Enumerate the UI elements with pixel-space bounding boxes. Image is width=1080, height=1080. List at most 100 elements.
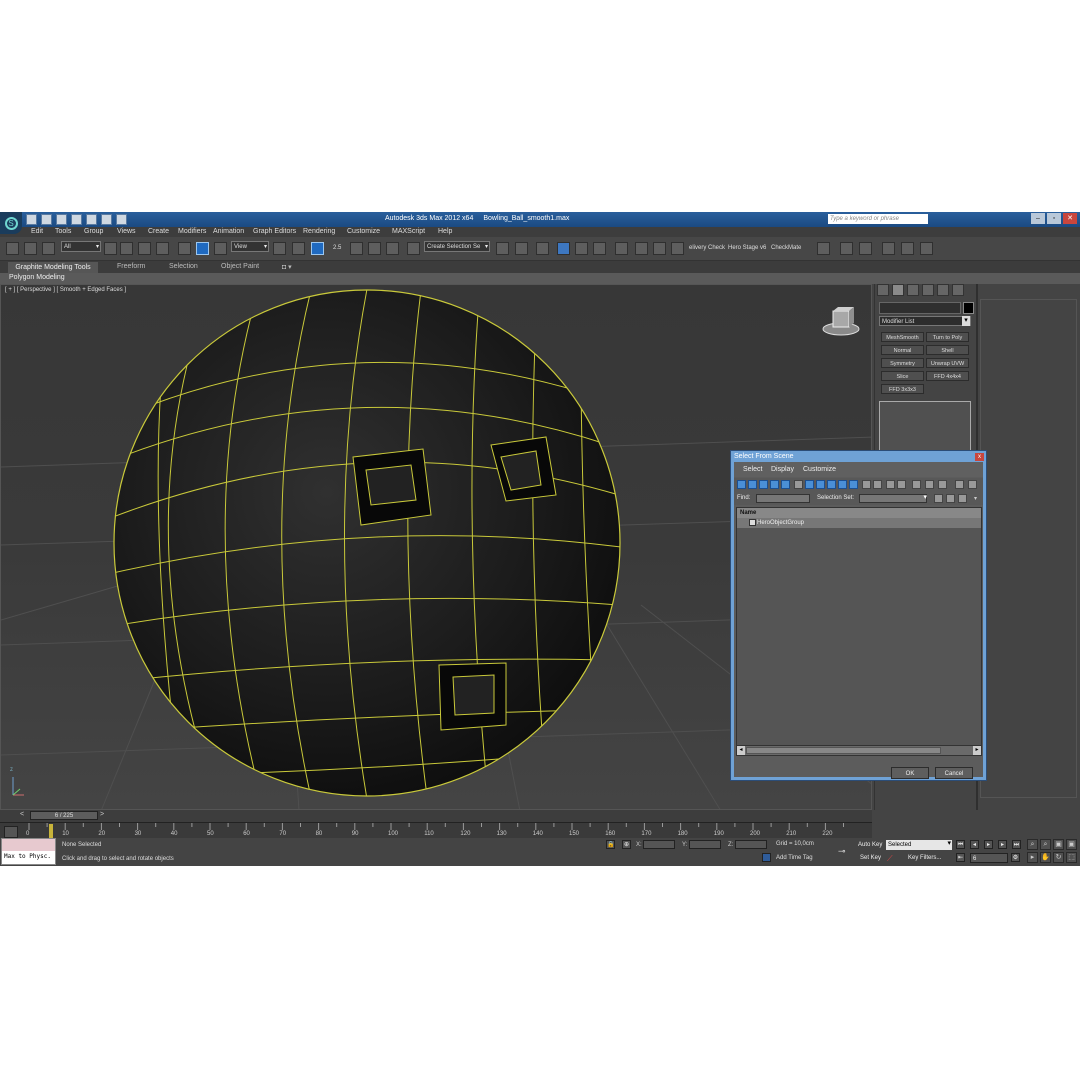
normal-button[interactable]: Normal xyxy=(881,345,924,355)
filter-icon[interactable] xyxy=(955,480,964,489)
tab-object-paint[interactable]: Object Paint xyxy=(221,263,259,270)
scroll-right-icon[interactable]: ▸ xyxy=(973,746,981,755)
align-icon[interactable] xyxy=(515,242,528,255)
select-all-icon[interactable] xyxy=(912,480,921,489)
tab-graphite-modeling-tools[interactable]: Graphite Modeling Tools xyxy=(8,262,98,273)
manipulate-icon[interactable] xyxy=(292,242,305,255)
bones-filter-icon[interactable] xyxy=(827,480,836,489)
y-coordinate-field[interactable] xyxy=(689,840,721,849)
menu-views[interactable]: Views xyxy=(117,228,136,235)
track-bar[interactable]: 0 10 20 30 40 50 60 70 80 90 100 110 120 130 140 150 160… xyxy=(0,822,872,839)
add-to-selection-set-icon[interactable] xyxy=(946,494,955,503)
render-icon[interactable] xyxy=(671,242,684,255)
selection-set-dropdown[interactable] xyxy=(859,493,927,503)
go-to-end-icon[interactable]: ⏭ xyxy=(1012,840,1021,849)
plugin-tool-icon-3[interactable] xyxy=(859,242,872,255)
symmetry-button[interactable]: Symmetry xyxy=(881,358,924,368)
cameras-filter-icon[interactable] xyxy=(770,480,779,489)
menu-help[interactable]: Help xyxy=(438,228,452,235)
x-coordinate-field[interactable] xyxy=(643,840,675,849)
meshsmooth-button[interactable]: MeshSmooth xyxy=(881,332,924,342)
save-icon[interactable] xyxy=(56,214,67,225)
time-slider-handle[interactable]: 6 / 225 xyxy=(30,811,98,820)
viewport-label[interactable]: [ + ] [ Perspective ] [ Smooth + Edged F… xyxy=(5,287,126,293)
chevron-down-icon[interactable]: ▾ xyxy=(974,495,977,502)
select-none-icon[interactable] xyxy=(925,480,934,489)
utilities-tab-icon[interactable] xyxy=(952,284,964,296)
add-time-tag-button[interactable]: Add Time Tag xyxy=(776,855,813,861)
menu-graph-editors[interactable]: Graph Editors xyxy=(253,228,296,235)
unlink-icon[interactable] xyxy=(24,242,37,255)
redo-icon[interactable] xyxy=(86,214,97,225)
menu-rendering[interactable]: Rendering xyxy=(303,228,335,235)
close-button[interactable]: ✕ xyxy=(1063,213,1077,224)
named-selection-dropdown[interactable]: Create Selection Se xyxy=(424,241,490,253)
selection-region-icon[interactable] xyxy=(138,242,151,255)
absolute-mode-icon[interactable]: ⊕ xyxy=(622,840,631,849)
menu-group[interactable]: Group xyxy=(84,228,103,235)
app-logo-icon[interactable]: S xyxy=(0,212,22,234)
select-by-name-icon[interactable] xyxy=(120,242,133,255)
create-selection-set-icon[interactable] xyxy=(934,494,943,503)
dialog-menu-customize[interactable]: Customize xyxy=(803,466,836,473)
pivot-center-icon[interactable] xyxy=(273,242,286,255)
dialog-menu-display[interactable]: Display xyxy=(771,466,794,473)
zoom-all-icon[interactable]: ⌕ xyxy=(1040,839,1051,850)
list-item[interactable]: HeroObjectGroup xyxy=(737,518,981,528)
shapes-filter-icon[interactable] xyxy=(748,480,757,489)
prev-frame-icon[interactable]: < xyxy=(20,811,24,818)
display-none-icon[interactable] xyxy=(886,480,895,489)
plugin-tool-icon[interactable] xyxy=(817,242,830,255)
schematic-view-icon[interactable] xyxy=(593,242,606,255)
motion-tab-icon[interactable] xyxy=(922,284,934,296)
object-name-field[interactable] xyxy=(879,302,961,314)
display-tab-icon[interactable] xyxy=(937,284,949,296)
horizontal-scrollbar[interactable]: ◂ ▸ xyxy=(737,745,981,755)
new-icon[interactable] xyxy=(26,214,37,225)
qat-dropdown-icon[interactable] xyxy=(116,214,127,225)
selection-filter-dropdown[interactable]: All xyxy=(61,241,101,253)
layer-manager-icon[interactable] xyxy=(536,242,549,255)
curve-editor-icon[interactable] xyxy=(575,242,588,255)
select-invert-icon[interactable] xyxy=(938,480,947,489)
auto-key-button[interactable]: Auto Key xyxy=(858,840,882,850)
window-crossing-icon[interactable] xyxy=(156,242,169,255)
previous-frame-icon[interactable]: ◂ xyxy=(970,840,979,849)
time-tag-icon[interactable] xyxy=(762,853,771,862)
render-setup-icon[interactable] xyxy=(635,242,648,255)
angle-snap-icon[interactable] xyxy=(350,242,363,255)
plugin-green-icon-3[interactable] xyxy=(920,242,933,255)
plugin-green-icon-2[interactable] xyxy=(901,242,914,255)
spinner-snap-icon[interactable] xyxy=(386,242,399,255)
scene-object-list[interactable]: Name HeroObjectGroup ◂ ▸ xyxy=(736,507,982,756)
key-mode-toggle-icon[interactable]: ⇤ xyxy=(956,853,965,862)
mini-curve-editor-icon[interactable] xyxy=(4,826,18,838)
move-icon[interactable] xyxy=(178,242,191,255)
remove-from-selection-set-icon[interactable] xyxy=(958,494,967,503)
set-key-button[interactable]: Set Key xyxy=(860,853,881,863)
maximize-button[interactable]: ▫ xyxy=(1047,213,1061,224)
play-icon[interactable]: ▸ xyxy=(984,840,993,849)
menu-animation[interactable]: Animation xyxy=(213,228,244,235)
plugin-hero-stage[interactable]: Hero Stage v6 xyxy=(728,245,766,251)
time-slider[interactable]: < 6 / 225 > xyxy=(0,810,872,822)
menu-modifiers[interactable]: Modifiers xyxy=(178,228,206,235)
pan-icon[interactable]: ✋ xyxy=(1040,852,1051,863)
tab-freeform[interactable]: Freeform xyxy=(117,263,145,270)
field-of-view-icon[interactable]: ▸ xyxy=(1027,852,1038,863)
z-coordinate-field[interactable] xyxy=(735,840,767,849)
groups-filter-icon[interactable] xyxy=(805,480,814,489)
dialog-menu-select[interactable]: Select xyxy=(743,466,762,473)
rendered-frame-icon[interactable] xyxy=(653,242,666,255)
cancel-button[interactable]: Cancel xyxy=(935,767,973,779)
key-mode-dropdown[interactable]: Selected xyxy=(886,839,952,850)
link-icon[interactable] xyxy=(6,242,19,255)
helpers-filter-icon[interactable] xyxy=(781,480,790,489)
time-config-icon[interactable]: ⚙ xyxy=(1011,853,1020,862)
edit-named-selection-icon[interactable] xyxy=(407,242,420,255)
plugin-checkmate[interactable]: CheckMate xyxy=(771,245,801,251)
viewcube-icon[interactable] xyxy=(821,305,861,339)
orbit-icon[interactable]: ↻ xyxy=(1053,852,1064,863)
find-input[interactable] xyxy=(756,494,810,503)
maxscript-input[interactable]: Max to Physc. xyxy=(4,853,51,860)
